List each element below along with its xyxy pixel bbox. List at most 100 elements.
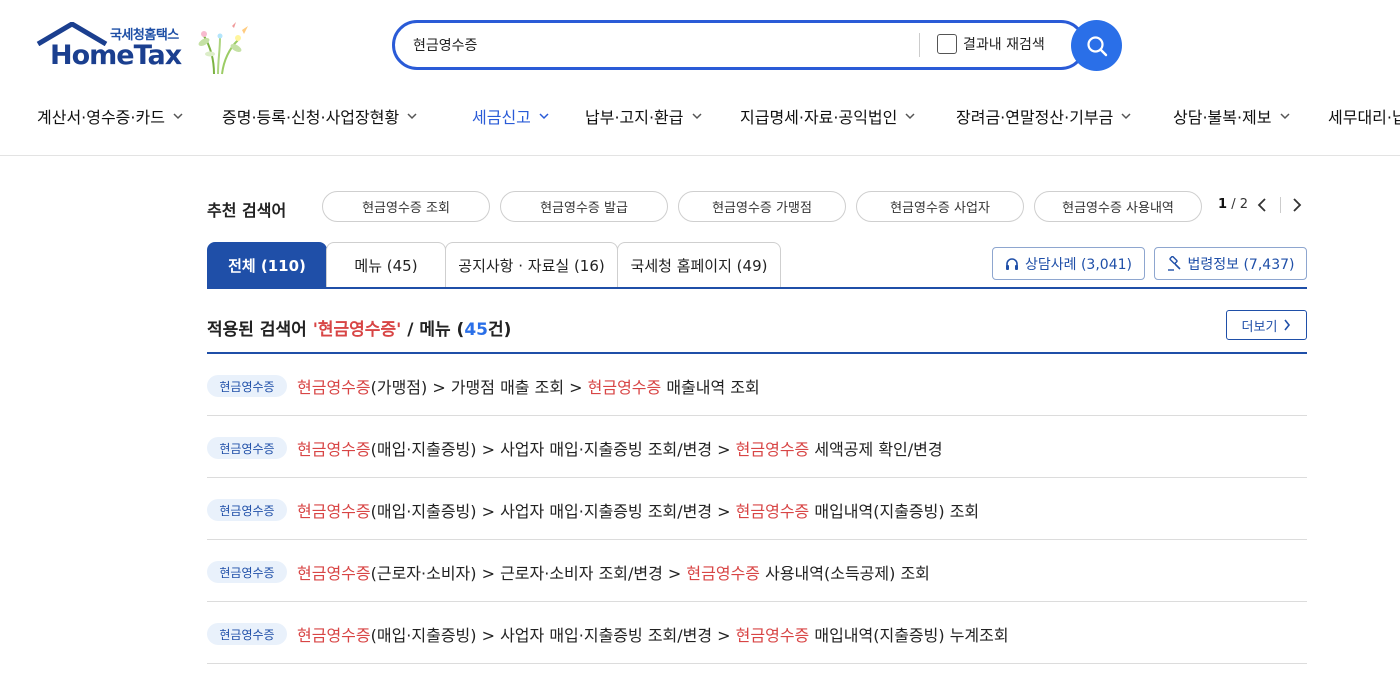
result-path-text: (근로자·소비자) > 근로자·소비자 조회/변경 > (370, 564, 687, 583)
result-row[interactable]: 현금영수증 현금영수증(가맹점) > 가맹점 매출 조회 > 현금영수증 매출내역… (207, 354, 1307, 416)
search-bar: 결과내 재검색 (392, 20, 1086, 70)
result-path-text: 세액공제 확인/변경 (809, 440, 943, 459)
search-input[interactable] (413, 32, 893, 58)
section-title-suffix: 건) (487, 320, 512, 340)
nav-item-label: 계산서·영수증·카드 (37, 108, 165, 127)
result-link[interactable]: 현금영수증(가맹점) > 가맹점 매출 조회 > 현금영수증 매출내역 조회 (297, 374, 760, 398)
nav-item-incentive-yearend[interactable]: 장려금·연말정산·기부금 (956, 104, 1131, 128)
pager-next-button[interactable] (1288, 196, 1306, 214)
highlighted-keyword: 현금영수증 (297, 440, 371, 459)
law-info-label: 법령정보 (7,437) (1187, 256, 1295, 273)
headset-icon (1006, 257, 1018, 270)
highlighted-keyword: 현금영수증 (686, 564, 761, 583)
nav-item-tax-agent[interactable]: 세무대리·납 (1328, 104, 1400, 128)
nav-item-label: 세금신고 (472, 108, 531, 127)
result-path-text: (매입·지출증빙) > 사업자 매입·지출증빙 조회/변경 > (370, 440, 736, 459)
result-link[interactable]: 현금영수증(매입·지출증빙) > 사업자 매입·지출증빙 조회/변경 > 현금영… (297, 498, 979, 522)
chevron-down-icon (905, 113, 915, 120)
result-link[interactable]: 현금영수증(매입·지출증빙) > 사업자 매입·지출증빙 조회/변경 > 현금영… (297, 622, 1009, 646)
result-link[interactable]: 현금영수증(근로자·소비자) > 근로자·소비자 조회/변경 > 현금영수증 사… (297, 560, 930, 584)
result-link[interactable]: 현금영수증(매입·지출증빙) > 사업자 매입·지출증빙 조회/변경 > 현금영… (297, 436, 943, 460)
nav-item-label: 상담·불복·제보 (1173, 108, 1272, 127)
chevron-left-icon (1257, 198, 1266, 212)
result-path-text: (매입·지출증빙) > 사업자 매입·지출증빙 조회/변경 > (370, 626, 736, 645)
category-badge: 현금영수증 (207, 499, 287, 521)
category-badge: 현금영수증 (207, 375, 287, 397)
section-title-prefix: 적용된 검색어 (207, 320, 313, 340)
recommended-chip[interactable]: 현금영수증 사용내역 (1034, 191, 1202, 222)
recommended-chip[interactable]: 현금영수증 조회 (322, 191, 490, 222)
category-badge: 현금영수증 (207, 437, 287, 459)
chevron-down-icon (407, 113, 417, 120)
chevron-down-icon (539, 113, 549, 120)
nav-item-consult-appeal[interactable]: 상담·불복·제보 (1173, 104, 1290, 128)
nav-item-tax-filing[interactable]: 세금신고 (472, 104, 549, 128)
more-button[interactable]: 더보기 (1226, 310, 1307, 340)
nav-item-certificate-registration[interactable]: 증명·등록·신청·사업장현황 (222, 104, 417, 128)
result-row[interactable]: 현금영수증 현금영수증(매입·지출증빙) > 사업자 매입·지출증빙 조회/변경 … (207, 478, 1307, 540)
highlighted-keyword: 현금영수증 (297, 564, 371, 583)
result-row[interactable]: 현금영수증 현금영수증(매입·지출증빙) > 사업자 매입·지출증빙 조회/변경 … (207, 416, 1307, 478)
consult-cases-button[interactable]: 상담사례 (3,041) (992, 247, 1145, 280)
highlighted-keyword: 현금영수증 (587, 378, 662, 397)
category-badge: 현금영수증 (207, 623, 287, 645)
section-keyword: '현금영수증' (312, 320, 402, 340)
consult-cases-label: 상담사례 (3,041) (1025, 256, 1132, 273)
tabs-underline (207, 287, 1307, 289)
search-button[interactable] (1071, 20, 1122, 71)
search-divider (919, 33, 920, 57)
chevron-right-icon (1284, 319, 1291, 331)
tab-nts-homepage[interactable]: 국세청 홈페이지 (49) (617, 242, 781, 288)
pager-divider (1280, 197, 1281, 213)
pager-current: 1 (1218, 197, 1228, 212)
highlighted-keyword: 현금영수증 (735, 626, 810, 645)
research-toggle[interactable]: 결과내 재검색 (937, 34, 1045, 54)
highlighted-keyword: 현금영수증 (735, 502, 810, 521)
category-badge: 현금영수증 (207, 561, 287, 583)
result-row[interactable]: 현금영수증 현금영수증(근로자·소비자) > 근로자·소비자 조회/변경 > 현금… (207, 540, 1307, 602)
tab-menu[interactable]: 메뉴 (45) (326, 242, 446, 288)
research-checkbox[interactable] (937, 34, 957, 54)
gavel-icon (1167, 256, 1181, 271)
recommended-chip[interactable]: 현금영수증 사업자 (856, 191, 1024, 222)
law-info-button[interactable]: 법령정보 (7,437) (1154, 247, 1307, 280)
recommended-chip[interactable]: 현금영수증 발급 (500, 191, 668, 222)
highlighted-keyword: 현금영수증 (297, 626, 371, 645)
recommended-title: 추천 검색어 (207, 201, 287, 220)
highlighted-keyword: 현금영수증 (735, 440, 810, 459)
chevron-down-icon (1121, 113, 1131, 120)
section-title-middle: / 메뉴 ( (401, 320, 465, 340)
chevron-down-icon (1279, 113, 1290, 120)
result-path-text: (매입·지출증빙) > 사업자 매입·지출증빙 조회/변경 > (370, 502, 736, 521)
section-count: 45 (464, 320, 488, 340)
result-path-text: (가맹점) > 가맹점 매출 조회 > (370, 378, 588, 397)
more-label: 더보기 (1241, 319, 1278, 335)
tab-notice-library[interactable]: 공지사항 · 자료실 (16) (445, 242, 618, 288)
hometax-logo[interactable]: 국세청홈택스 HomeTax (36, 20, 256, 76)
nav-item-label: 세무대리·납 (1328, 108, 1400, 127)
research-label: 결과내 재검색 (963, 37, 1045, 53)
nav-item-payment-statement[interactable]: 지급명세·자료·공익법인 (740, 104, 915, 128)
result-path-text: 매입내역(지출증빙) 누계조회 (809, 626, 1009, 645)
search-icon (1086, 35, 1107, 56)
recommended-pager: 1 / 2 (1218, 197, 1248, 212)
result-path-text: 매출내역 조회 (661, 378, 760, 397)
logo-brand-text: HomeTax (50, 40, 182, 71)
flower-decoration-icon (198, 22, 248, 75)
result-path-text: 매입내역(지출증빙) 조회 (809, 502, 980, 521)
tab-all[interactable]: 전체 (110) (207, 242, 327, 288)
nav-item-invoice-receipt-card[interactable]: 계산서·영수증·카드 (37, 104, 183, 128)
chevron-right-icon (1293, 198, 1302, 212)
nav-item-label: 지급명세·자료·공익법인 (740, 108, 898, 127)
nav-item-label: 납부·고지·환급 (585, 108, 684, 127)
result-path-text: 사용내역(소득공제) 조회 (760, 564, 930, 583)
nav-item-payment-refund[interactable]: 납부·고지·환급 (585, 104, 702, 128)
pager-prev-button[interactable] (1253, 196, 1271, 214)
nav-item-label: 증명·등록·신청·사업장현황 (222, 108, 400, 127)
highlighted-keyword: 현금영수증 (297, 378, 371, 397)
section-title: 적용된 검색어 '현금영수증' / 메뉴 (45건) (207, 315, 511, 340)
recommended-chip[interactable]: 현금영수증 가맹점 (678, 191, 846, 222)
pager-total: / 2 (1231, 197, 1248, 212)
highlighted-keyword: 현금영수증 (297, 502, 371, 521)
result-row[interactable]: 현금영수증 현금영수증(매입·지출증빙) > 사업자 매입·지출증빙 조회/변경 … (207, 602, 1307, 664)
